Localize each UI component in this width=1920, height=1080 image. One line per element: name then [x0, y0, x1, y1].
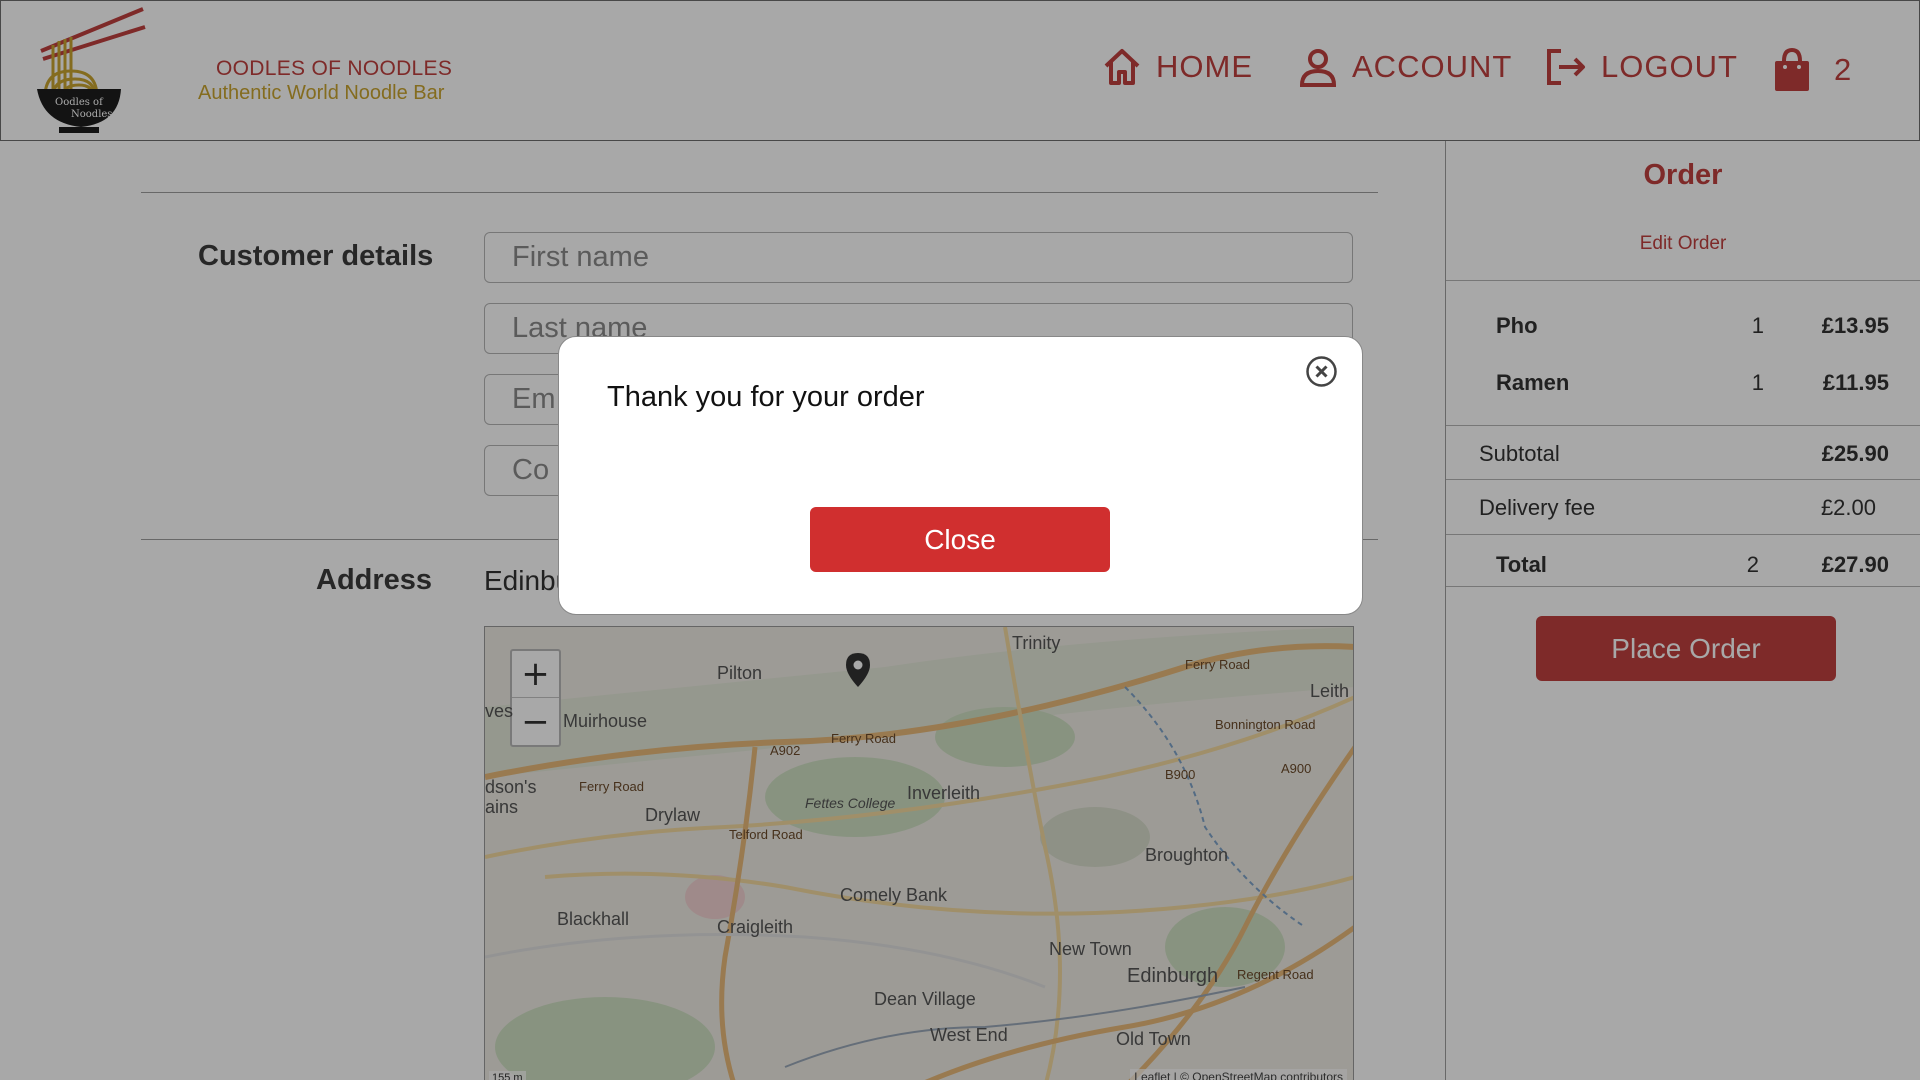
close-button[interactable]: Close — [810, 507, 1110, 572]
close-icon[interactable] — [1305, 355, 1338, 388]
order-confirmation-dialog: Thank you for your order Close — [558, 336, 1363, 615]
modal-message: Thank you for your order — [607, 381, 925, 413]
